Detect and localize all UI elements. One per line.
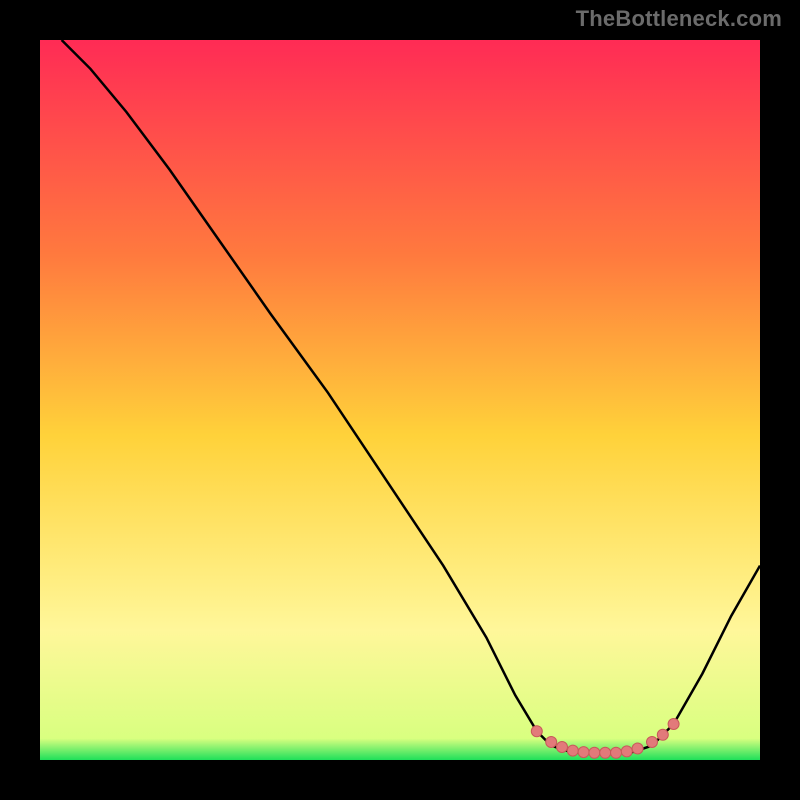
curve-marker xyxy=(578,747,589,758)
chart-frame: TheBottleneck.com xyxy=(0,0,800,800)
chart-svg xyxy=(40,40,760,760)
watermark-label: TheBottleneck.com xyxy=(576,6,782,32)
curve-marker xyxy=(657,729,668,740)
curve-marker xyxy=(611,747,622,758)
curve-marker xyxy=(600,747,611,758)
curve-marker xyxy=(632,743,643,754)
curve-marker xyxy=(621,746,632,757)
gradient-background xyxy=(40,40,760,760)
curve-marker xyxy=(557,742,568,753)
curve-marker xyxy=(567,745,578,756)
curve-marker xyxy=(668,719,679,730)
curve-marker xyxy=(531,726,542,737)
curve-marker xyxy=(589,747,600,758)
curve-marker xyxy=(546,737,557,748)
curve-marker xyxy=(647,737,658,748)
plot-area xyxy=(40,40,760,760)
